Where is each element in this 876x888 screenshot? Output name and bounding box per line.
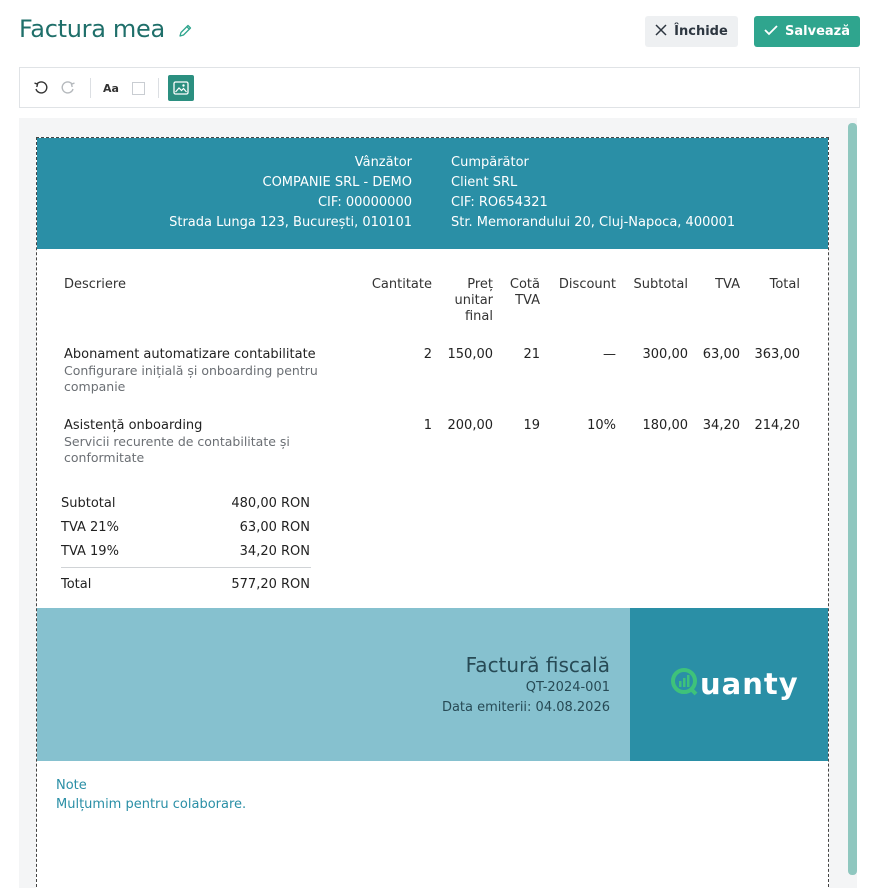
totals-divider	[61, 567, 311, 568]
totals-vat19-value: 34,20 RON	[239, 544, 310, 559]
buyer-cif: CIF: RO654321	[451, 195, 548, 210]
item-description: Configurare inițială și onboarding pentr…	[64, 363, 318, 378]
item-discount: —	[603, 347, 616, 362]
item-quantity: 2	[423, 347, 432, 362]
undo-icon[interactable]	[30, 77, 52, 99]
column-header-price: Preț unitar final	[455, 277, 494, 325]
buyer-heading: Cumpărător	[451, 155, 529, 170]
close-x-icon	[655, 23, 667, 40]
totals-total-value: 577,20 RON	[231, 577, 310, 592]
item-total: 214,20	[754, 418, 801, 433]
notes-text[interactable]: Mulțumim pentru colaborare.	[56, 797, 246, 812]
close-button[interactable]: Închide	[645, 16, 738, 47]
column-header-subtotal: Subtotal	[633, 277, 688, 292]
font-style-label: Aa	[103, 81, 119, 95]
totals-total-label: Total	[61, 577, 92, 592]
item-name: Abonament automatizare contabilitate	[64, 347, 316, 362]
item-vat: 34,20	[702, 418, 740, 433]
image-icon[interactable]	[168, 75, 194, 101]
item-discount: 10%	[587, 418, 616, 433]
totals-subtotal-value: 480,00 RON	[231, 496, 310, 511]
item-vat: 63,00	[702, 347, 740, 362]
invoice-title-block: Factură fiscală QT-2024-001 Data emiteri…	[37, 608, 630, 761]
color-swatch-button[interactable]	[127, 77, 149, 99]
item-quantity: 1	[423, 418, 432, 433]
edit-pencil-icon[interactable]	[177, 23, 193, 39]
totals-subtotal-label: Subtotal	[61, 496, 116, 511]
buyer-block: Cumpărător Client SRL CIF: RO654321 Str.…	[451, 153, 735, 233]
item-price: 150,00	[447, 347, 494, 362]
totals-vat21-label: TVA 21%	[61, 520, 119, 535]
page-title: Factura mea	[19, 15, 165, 43]
logo-block: uanty	[630, 608, 828, 761]
logo-q-icon	[670, 667, 700, 701]
seller-heading: Vânzător	[354, 155, 412, 170]
column-header-price-line: unitar	[454, 293, 494, 308]
logo-text: uanty	[700, 667, 799, 701]
top-bar: Factura mea Închide Salvează	[0, 0, 876, 64]
company-logo: uanty	[670, 667, 799, 701]
document-number: QT-2024-001	[525, 680, 610, 695]
redo-icon[interactable]	[57, 77, 79, 99]
save-button[interactable]: Salvează	[754, 16, 860, 47]
buyer-address: Str. Memorandului 20, Cluj-Napoca, 40000…	[451, 215, 736, 230]
seller-address: Strada Lunga 123, București, 010101	[169, 215, 412, 230]
column-header-rate-line: TVA	[515, 293, 540, 308]
item-description: conformitate	[64, 450, 145, 465]
item-subtotal: 180,00	[642, 418, 689, 433]
toolbar-divider	[158, 78, 159, 98]
close-button-label: Închide	[674, 24, 728, 39]
toolbar-divider	[90, 78, 91, 98]
seller-block: Vânzător COMPANIE SRL - DEMO CIF: 000000…	[169, 153, 412, 233]
check-icon	[764, 24, 778, 40]
save-button-label: Salvează	[785, 24, 850, 39]
font-style-button[interactable]: Aa	[100, 77, 122, 99]
column-header-total: Total	[769, 277, 800, 292]
buyer-name: Client SRL	[451, 175, 518, 190]
column-header-rate-line: Cotă	[509, 277, 540, 292]
column-header-quantity: Cantitate	[371, 277, 432, 292]
seller-name: COMPANIE SRL - DEMO	[262, 175, 413, 190]
totals-vat19-label: TVA 19%	[61, 544, 119, 559]
invoice-page: Vânzător COMPANIE SRL - DEMO CIF: 000000…	[36, 137, 829, 888]
column-header-price-line: final	[464, 309, 493, 324]
item-name: Asistență onboarding	[64, 418, 203, 433]
column-header-vat-rate: Cotă TVA	[510, 277, 540, 309]
column-header-description: Descriere	[64, 277, 126, 292]
issue-date: Data emiterii: 04.08.2026	[441, 700, 610, 715]
item-subtotal: 300,00	[642, 347, 689, 362]
column-header-vat: TVA	[715, 277, 740, 292]
invoice-header: Vânzător COMPANIE SRL - DEMO CIF: 000000…	[37, 138, 828, 249]
totals-vat21-value: 63,00 RON	[239, 520, 310, 535]
notes-label: Note	[56, 778, 87, 793]
editor-toolbar: Aa	[19, 67, 860, 108]
document-title: Factură fiscală	[465, 653, 610, 677]
item-vat-rate: 19	[523, 418, 540, 433]
vertical-scrollbar[interactable]	[848, 123, 857, 875]
item-vat-rate: 21	[523, 347, 540, 362]
color-swatch	[131, 81, 145, 95]
item-description: companie	[64, 379, 126, 394]
item-price: 200,00	[447, 418, 494, 433]
column-header-price-line: Preț	[467, 277, 493, 292]
column-header-discount: Discount	[558, 277, 616, 292]
item-total: 363,00	[754, 347, 801, 362]
seller-cif: CIF: 00000000	[317, 195, 412, 210]
item-description: Servicii recurente de contabilitate și	[64, 434, 290, 449]
